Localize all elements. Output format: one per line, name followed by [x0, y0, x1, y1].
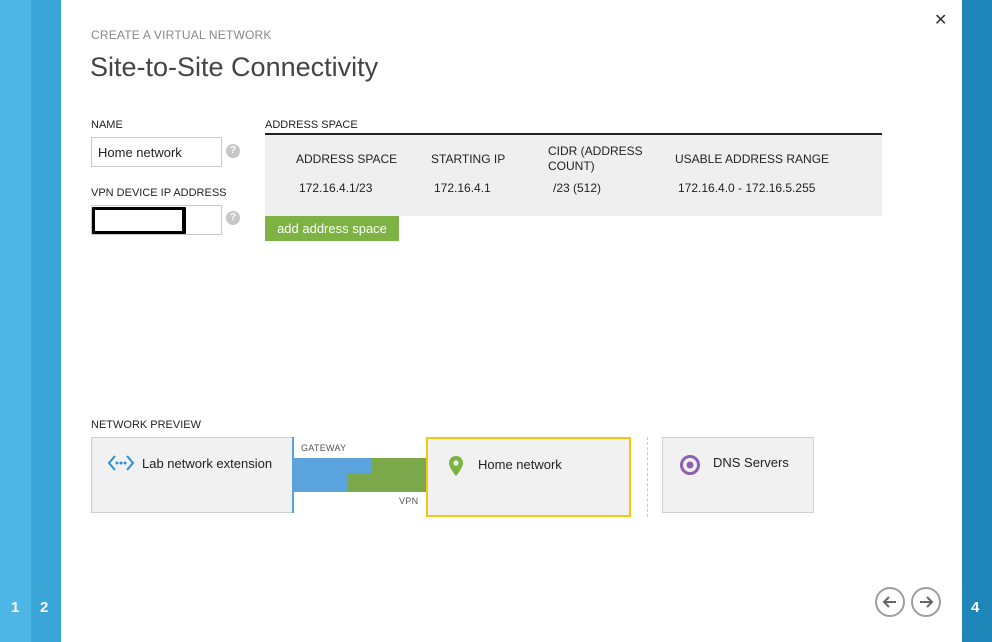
home-network-box[interactable]: Home network	[426, 437, 631, 517]
close-icon[interactable]: ✕	[934, 12, 947, 30]
dns-server-icon	[680, 455, 700, 475]
lab-network-label: Lab network extension	[142, 456, 273, 471]
step-number: 2	[40, 599, 49, 616]
redaction-box	[92, 207, 186, 234]
address-space-label: ADDRESS SPACE	[265, 119, 358, 131]
help-icon[interactable]: ?	[226, 144, 240, 158]
name-input[interactable]	[91, 137, 222, 167]
wizard-eyebrow: CREATE A VIRTUAL NETWORK	[91, 28, 272, 42]
step-number: 1	[11, 599, 20, 616]
wizard-step-4[interactable]: 4	[962, 0, 992, 642]
network-preview-label: NETWORK PREVIEW	[91, 419, 202, 431]
name-label: NAME	[91, 119, 123, 131]
back-button[interactable]	[875, 587, 905, 617]
vpn-ip-label: VPN DEVICE IP ADDRESS	[91, 187, 227, 199]
column-header: USABLE ADDRESS RANGE	[675, 152, 830, 166]
table-cell[interactable]: 172.16.4.0 - 172.16.5.255	[678, 181, 815, 195]
dns-servers-box[interactable]: DNS Servers	[662, 437, 814, 513]
vpn-label: VPN	[399, 496, 419, 506]
arrow-left-icon	[882, 596, 896, 608]
gateway-label: GATEWAY	[301, 443, 347, 453]
step-number: 4	[971, 599, 980, 616]
page-title: Site-to-Site Connectivity	[90, 52, 379, 82]
separator	[647, 437, 648, 517]
add-address-space-button[interactable]: add address space	[265, 216, 399, 241]
help-icon[interactable]: ?	[226, 211, 240, 225]
dns-servers-label: DNS Servers	[713, 455, 789, 470]
location-pin-icon	[449, 456, 463, 476]
table-cell[interactable]: /23 (512)	[553, 181, 601, 195]
column-header: ADDRESS SPACE	[296, 152, 398, 166]
vpn-bar	[348, 474, 426, 492]
address-space-table: ADDRESS SPACE STARTING IP CIDR (ADDRESS …	[265, 135, 882, 216]
next-button[interactable]	[911, 587, 941, 617]
home-network-label: Home network	[478, 457, 562, 472]
lab-network-box[interactable]: Lab network extension	[91, 437, 293, 513]
wizard-step-2[interactable]: 2	[31, 0, 61, 642]
column-header: STARTING IP	[431, 152, 506, 166]
vpn-bar	[372, 458, 426, 474]
wizard-step-1[interactable]: 1	[0, 0, 31, 642]
table-cell[interactable]: 172.16.4.1/23	[299, 181, 372, 195]
arrow-right-icon	[920, 596, 934, 608]
table-cell[interactable]: 172.16.4.1	[434, 181, 491, 195]
column-header: CIDR (ADDRESS COUNT)	[548, 144, 643, 173]
virtual-network-icon	[107, 455, 135, 471]
